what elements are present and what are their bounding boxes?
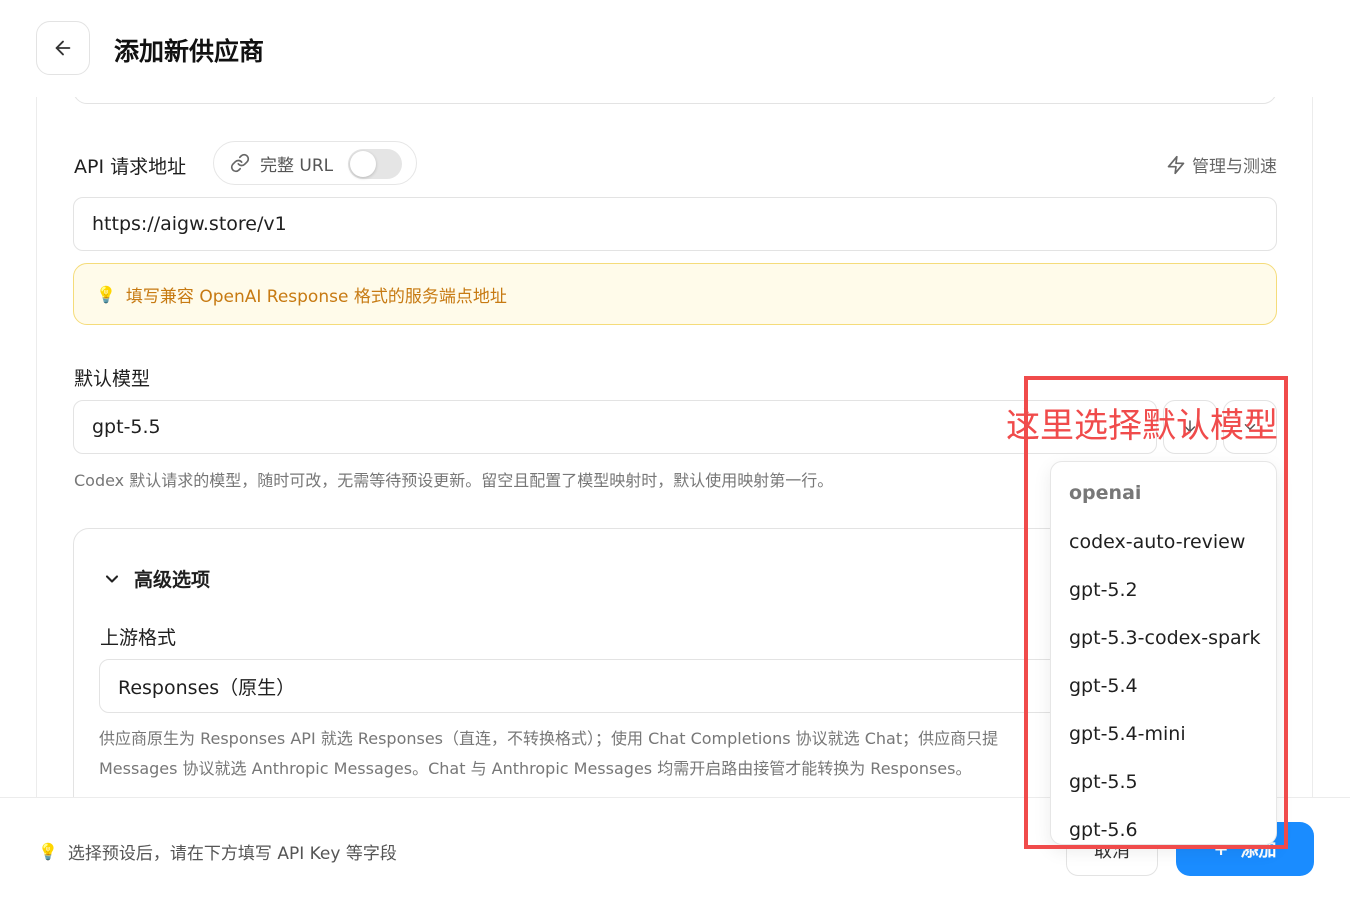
advanced-options-toggle[interactable]: 高级选项 — [102, 565, 210, 592]
footer-hint-text: 选择预设后，请在下方填写 API Key 等字段 — [67, 844, 397, 864]
api-url-label: API 请求地址 — [74, 156, 187, 178]
model-dropdown[interactable]: openai codex-auto-review gpt-5.2 gpt-5.3… — [1050, 461, 1277, 845]
annotation-text: 这里选择默认模型 — [1006, 406, 1278, 446]
dropdown-item[interactable]: gpt-5.2 — [1051, 566, 1276, 614]
link-icon — [230, 153, 250, 173]
full-url-toggle-chip[interactable]: 完整 URL — [213, 141, 417, 185]
back-button[interactable] — [36, 21, 90, 75]
switch-knob — [350, 151, 376, 177]
full-url-label: 完整 URL — [260, 155, 334, 176]
lightning-icon — [1167, 155, 1185, 174]
default-model-label: 默认模型 — [74, 368, 151, 390]
dropdown-item[interactable]: codex-auto-review — [1051, 518, 1276, 566]
full-url-switch[interactable] — [348, 149, 402, 179]
dropdown-item[interactable]: gpt-5.4-mini — [1051, 710, 1276, 758]
api-url-hint-text: 填写兼容 OpenAI Response 格式的服务端点地址 — [125, 286, 507, 307]
api-url-input[interactable]: https://aigw.store/v1 — [73, 197, 1277, 251]
lightbulb-icon: 💡 — [96, 284, 116, 304]
dropdown-item[interactable]: gpt-5.4 — [1051, 662, 1276, 710]
dropdown-list: codex-auto-review gpt-5.2 gpt-5.3-codex-… — [1051, 518, 1276, 844]
previous-field[interactable] — [73, 97, 1277, 104]
page-title: 添加新供应商 — [114, 37, 265, 66]
api-url-hint: 💡 填写兼容 OpenAI Response 格式的服务端点地址 — [73, 263, 1277, 325]
dropdown-item[interactable]: gpt-5.5 — [1051, 758, 1276, 806]
footer-hint: 💡 选择预设后，请在下方填写 API Key 等字段 — [38, 839, 397, 864]
default-model-input[interactable]: gpt-5.5 — [73, 400, 1157, 454]
advanced-options-title: 高级选项 — [134, 569, 211, 591]
page-header: 添加新供应商 — [0, 0, 1350, 97]
arrow-left-icon — [55, 40, 71, 56]
manage-speedtest-link[interactable]: 管理与测速 — [1166, 152, 1277, 177]
dropdown-group-label: openai — [1069, 482, 1142, 504]
default-model-help: Codex 默认请求的模型，随时可改，无需等待预设更新。留空且配置了模型映射时，… — [74, 471, 834, 490]
lightbulb-icon: 💡 — [38, 842, 58, 861]
manage-speedtest-label: 管理与测速 — [1192, 157, 1277, 177]
upstream-format-label: 上游格式 — [100, 627, 177, 649]
chevron-down-icon — [105, 574, 119, 583]
dropdown-item[interactable]: gpt-5.6 — [1051, 806, 1276, 844]
dropdown-item[interactable]: gpt-5.3-codex-spark — [1051, 614, 1276, 662]
